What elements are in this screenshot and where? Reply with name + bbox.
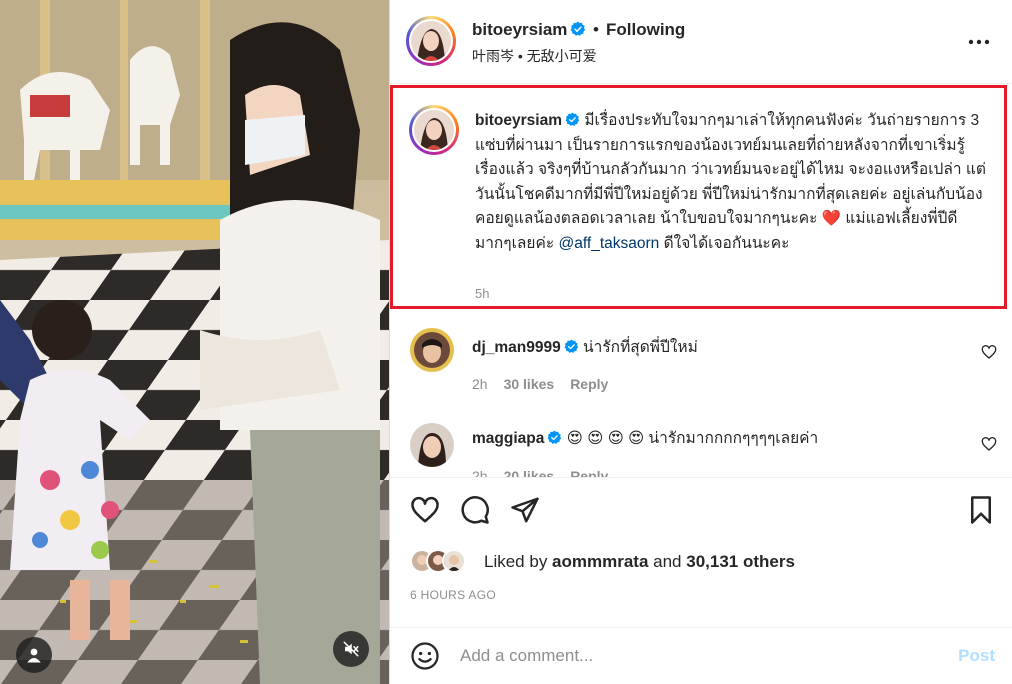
comment-input[interactable]	[460, 642, 920, 670]
post-media-video[interactable]	[0, 0, 389, 684]
comment-meta: 2h 30 likes Reply	[472, 376, 624, 392]
post-time-ago[interactable]: 6 HOURS AGO	[410, 588, 496, 602]
comment-likes[interactable]: 30 likes	[504, 376, 555, 392]
reply-button[interactable]: Reply	[570, 468, 608, 477]
commenter-username[interactable]: maggiapa	[472, 430, 544, 447]
caption-text: bitoeyrsiam มีเรื่องประทับใจมากๆมาเล่าให…	[475, 109, 990, 256]
comment-item: maggiapa 😍 😍 😍 😍 น่ารักมากกกกๆๆๆๆเลยค่า …	[390, 412, 1012, 477]
comments-list[interactable]: bitoeyrsiam มีเรื่องประทับใจมากๆมาเล่าให…	[390, 85, 1012, 477]
comment-time[interactable]: 2h	[472, 468, 488, 477]
post-header: bitoeyrsiam • Following 叶雨岑 • 无敌小可爱	[390, 0, 1012, 84]
add-comment-bar: Post	[390, 627, 1012, 684]
verified-badge-icon	[565, 112, 580, 126]
liked-by-prefix: Liked by	[484, 552, 553, 571]
mute-toggle-button[interactable]	[333, 631, 369, 667]
header-separator: •	[593, 20, 599, 39]
comment-item: dj_man9999 น่ารักที่สุดพี่ปีใหม่ 2h 30 li…	[390, 322, 1012, 402]
caption-username[interactable]: bitoeyrsiam	[475, 112, 562, 129]
comment-bubble-icon[interactable]	[460, 495, 490, 525]
emoji-smiley-icon[interactable]	[410, 641, 440, 671]
muted-speaker-icon	[343, 641, 359, 657]
caption-timestamp[interactable]: 5h	[475, 286, 489, 301]
author-avatar-image	[411, 21, 451, 61]
user-icon	[27, 648, 41, 663]
comment-likes[interactable]: 20 likes	[504, 468, 555, 477]
liked-by-user[interactable]: aommmrata	[552, 552, 648, 571]
share-paper-plane-icon[interactable]	[510, 495, 540, 525]
more-options-button[interactable]	[967, 30, 991, 54]
caption-highlight: bitoeyrsiam มีเรื่องประทับใจมากๆมาเล่าให…	[390, 85, 1007, 309]
comment-text: dj_man9999 น่ารักที่สุดพี่ปีใหม่	[472, 334, 698, 359]
verified-badge-icon	[564, 339, 578, 353]
heart-emoji: ❤️	[821, 210, 842, 227]
tagged-users-button[interactable]	[16, 637, 52, 673]
commenter-avatar-image	[410, 328, 454, 372]
post-details-panel: bitoeyrsiam • Following 叶雨岑 • 无敌小可爱 bito…	[389, 0, 1012, 684]
comment-meta: 2h 20 likes Reply	[472, 468, 624, 477]
commenter-username[interactable]: dj_man9999	[472, 339, 561, 356]
caption-body-3: ดีใจได้เจอกันนะคะ	[659, 234, 790, 252]
post-actions: Liked by aommmrata and 30,131 others 6 H…	[390, 477, 1012, 627]
comment-body: 😍 😍 😍 😍 น่ารักมากกกกๆๆๆๆเลยค่า	[562, 430, 819, 447]
commenter-avatar[interactable]	[410, 423, 454, 467]
author-avatar[interactable]	[406, 16, 456, 66]
commenter-avatar-image	[410, 423, 454, 467]
liked-by-count[interactable]: 30,131 others	[686, 552, 795, 571]
caption-avatar[interactable]	[409, 105, 459, 155]
audio-subtitle[interactable]: 叶雨岑 • 无敌小可爱	[472, 46, 597, 66]
verified-badge-icon	[547, 430, 562, 444]
commenter-avatar[interactable]	[410, 328, 454, 372]
liker-avatar	[442, 549, 466, 573]
verified-badge-icon	[571, 21, 586, 36]
more-dots-icon	[968, 39, 990, 45]
post-comment-button[interactable]: Post	[958, 646, 995, 666]
like-heart-icon[interactable]	[410, 495, 440, 525]
liked-by-mid: and	[648, 552, 687, 571]
like-comment-heart-icon[interactable]	[981, 436, 997, 452]
comment-time[interactable]: 2h	[472, 376, 488, 392]
author-username-link[interactable]: bitoeyrsiam	[472, 20, 586, 40]
author-username[interactable]: bitoeyrsiam	[472, 20, 567, 39]
save-bookmark-icon[interactable]	[966, 495, 996, 525]
like-comment-heart-icon[interactable]	[981, 344, 997, 360]
following-button[interactable]: Following	[606, 20, 685, 40]
reply-button[interactable]: Reply	[570, 376, 608, 392]
liked-by-text: Liked by aommmrata and 30,131 others	[484, 552, 795, 572]
comment-body: น่ารักที่สุดพี่ปีใหม่	[578, 339, 698, 356]
video-frame	[0, 0, 389, 684]
caption-avatar-image	[414, 110, 454, 150]
comment-text: maggiapa 😍 😍 😍 😍 น่ารักมากกกกๆๆๆๆเลยค่า	[472, 425, 818, 450]
mention-link[interactable]: @aff_taksaorn	[559, 235, 660, 252]
